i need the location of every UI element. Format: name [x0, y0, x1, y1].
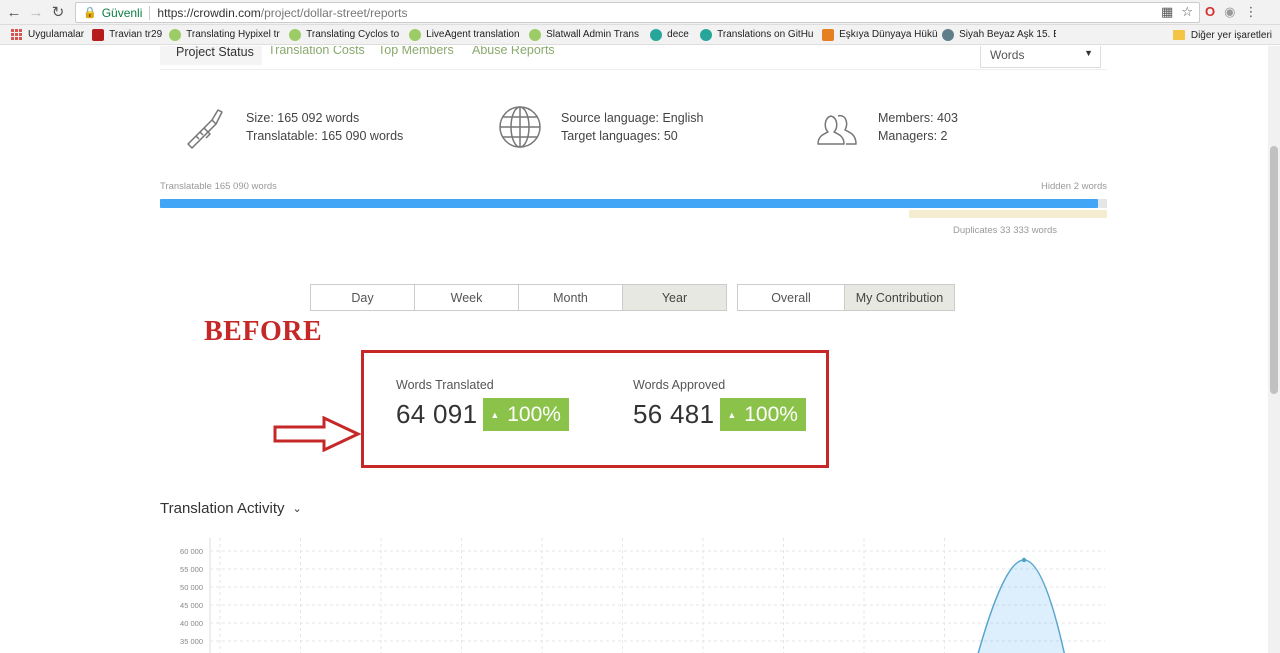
- folder-icon: [1172, 30, 1185, 40]
- triangle-up-icon: ▲: [727, 409, 737, 420]
- duplicates-bar: [909, 210, 1107, 218]
- progress-bar: [160, 199, 1107, 208]
- bookmarks-bar: Uygulamalar Travian tr29 Translating Hyp…: [0, 25, 1280, 45]
- github-icon: [650, 28, 663, 41]
- bookmark-item[interactable]: Translating Cyclos to: [285, 25, 405, 45]
- address-bar[interactable]: 🔒 Güvenli https://crowdin.com/project/do…: [75, 2, 1200, 23]
- page-scrollbar[interactable]: [1268, 46, 1280, 653]
- change-badge: ▲ 100%: [720, 398, 806, 431]
- activity-title[interactable]: Translation Activity ⌄: [160, 500, 302, 517]
- video-icon: [822, 28, 835, 41]
- stat-managers-value: Managers: 2: [878, 129, 948, 143]
- secure-label: Güvenli: [101, 5, 143, 20]
- report-tabs: Project Status Translation Costs Top Mem…: [160, 46, 1107, 70]
- activity-area-series: [977, 559, 1065, 653]
- period-selector: Day Week Month Year: [310, 284, 727, 311]
- github-icon: [700, 28, 713, 41]
- y-tick-label: 35 000: [180, 637, 203, 646]
- crowdin-icon: [409, 28, 422, 41]
- bookmark-apps[interactable]: Uygulamalar: [0, 25, 88, 45]
- duplicates-label: Duplicates 33 333 words: [953, 225, 1058, 236]
- page-icon: [942, 28, 955, 41]
- caliper-icon: [187, 109, 223, 149]
- metric-label: Words Approved: [633, 378, 726, 392]
- scope-overall-button[interactable]: Overall: [737, 284, 845, 311]
- lock-icon: 🔒: [83, 7, 97, 19]
- activity-chart: 60 000 55 000 50 000 45 000 40 000 35 000: [180, 538, 1105, 653]
- crowdin-icon: [529, 28, 542, 41]
- metric-words-translated: Words Translated 64 091 ▲ 100%: [396, 378, 569, 431]
- y-tick-label: 40 000: [180, 619, 203, 628]
- annotation-arrow-icon: [273, 416, 362, 452]
- back-arrow-icon[interactable]: ←: [3, 1, 25, 23]
- progress-right-label: Hidden 2 words: [1040, 181, 1107, 192]
- crowdin-icon: [289, 28, 302, 41]
- stat-source-language: Source language: English: [561, 111, 704, 125]
- y-tick-label: 60 000: [180, 547, 203, 556]
- stat-languages: Source language: English Target language…: [497, 104, 703, 150]
- caret-down-icon: ▼: [1084, 48, 1093, 58]
- progress-fill: [160, 199, 1098, 208]
- report-page: Project Status Translation Costs Top Mem…: [0, 46, 1268, 653]
- browser-toolbar: ← → ↻ 🔒 Güvenli https://crowdin.com/proj…: [0, 0, 1280, 25]
- crowdin-icon: [169, 28, 182, 41]
- unit-select[interactable]: Words ▼: [980, 46, 1101, 68]
- y-tick-label: 45 000: [180, 601, 203, 610]
- metric-value: 64 091: [396, 399, 478, 429]
- stat-members-value: Members: 403: [878, 111, 958, 125]
- extension-icon[interactable]: ◉: [1224, 4, 1235, 20]
- period-month-button[interactable]: Month: [518, 284, 623, 311]
- scope-my-contribution-button[interactable]: My Contribution: [844, 284, 955, 311]
- activity-peak-point[interactable]: [1021, 557, 1027, 563]
- bookmark-item[interactable]: Slatwall Admin Trans: [525, 25, 646, 45]
- apps-grid-icon: [11, 29, 22, 40]
- bookmark-item[interactable]: Travian tr29: [88, 25, 165, 45]
- triangle-up-icon: ▲: [490, 409, 500, 420]
- tab-project-status[interactable]: Project Status: [160, 46, 262, 65]
- other-bookmarks[interactable]: Diğer yer işaretleri: [1172, 25, 1272, 45]
- users-icon: [817, 114, 857, 145]
- period-year-button[interactable]: Year: [622, 284, 727, 311]
- y-tick-label: 50 000: [180, 583, 203, 592]
- opera-extension-icon[interactable]: O: [1205, 4, 1215, 20]
- translate-icon[interactable]: ▦: [1161, 4, 1173, 20]
- change-badge: ▲ 100%: [483, 398, 569, 431]
- bookmark-item[interactable]: Translations on GitHu: [696, 25, 818, 45]
- stat-target-languages: Target languages: 50: [561, 129, 678, 143]
- period-week-button[interactable]: Week: [414, 284, 519, 311]
- stat-size-value: Size: 165 092 words: [246, 111, 360, 125]
- y-tick-label: 55 000: [180, 565, 203, 574]
- chevron-down-icon: ⌄: [292, 503, 302, 515]
- bookmark-item[interactable]: dece: [646, 25, 696, 45]
- scrollbar-thumb[interactable]: [1270, 146, 1278, 394]
- before-annotation: BEFORE: [204, 316, 323, 347]
- scope-selector: Overall My Contribution: [737, 284, 955, 311]
- tab-translation-costs[interactable]: Translation Costs: [268, 46, 365, 57]
- period-day-button[interactable]: Day: [310, 284, 415, 311]
- tab-top-members[interactable]: Top Members: [378, 46, 454, 57]
- bookmark-star-icon[interactable]: ☆: [1181, 4, 1193, 20]
- metric-value: 56 481: [633, 399, 715, 429]
- bookmark-item[interactable]: LiveAgent translation: [405, 25, 525, 45]
- stat-translatable-value: Translatable: 165 090 words: [246, 129, 404, 143]
- stat-size: Size: 165 092 words Translatable: 165 09…: [182, 104, 403, 150]
- bookmark-item[interactable]: Eşkıya Dünyaya Hükü: [818, 25, 938, 45]
- menu-icon[interactable]: ⋮: [1244, 4, 1257, 20]
- bookmark-item[interactable]: Translating Hypixel tr: [165, 25, 285, 45]
- bookmark-item[interactable]: Siyah Beyaz Aşk 15. B: [938, 25, 1056, 45]
- url-text[interactable]: https://crowdin.com/project/dollar-stree…: [157, 6, 407, 20]
- progress-left-label: Translatable 165 090 words: [160, 181, 277, 192]
- omnibox-divider: [149, 5, 151, 20]
- reload-icon[interactable]: ↻: [47, 1, 69, 23]
- travian-icon: [92, 28, 105, 41]
- tab-abuse-reports[interactable]: Abuse Reports: [472, 46, 555, 57]
- stat-members: Members: 403 Managers: 2: [814, 104, 958, 150]
- forward-arrow-icon[interactable]: →: [25, 1, 47, 23]
- metric-words-approved: Words Approved 56 481 ▲ 100%: [633, 378, 806, 431]
- globe-icon: [499, 106, 541, 148]
- metric-label: Words Translated: [396, 378, 494, 392]
